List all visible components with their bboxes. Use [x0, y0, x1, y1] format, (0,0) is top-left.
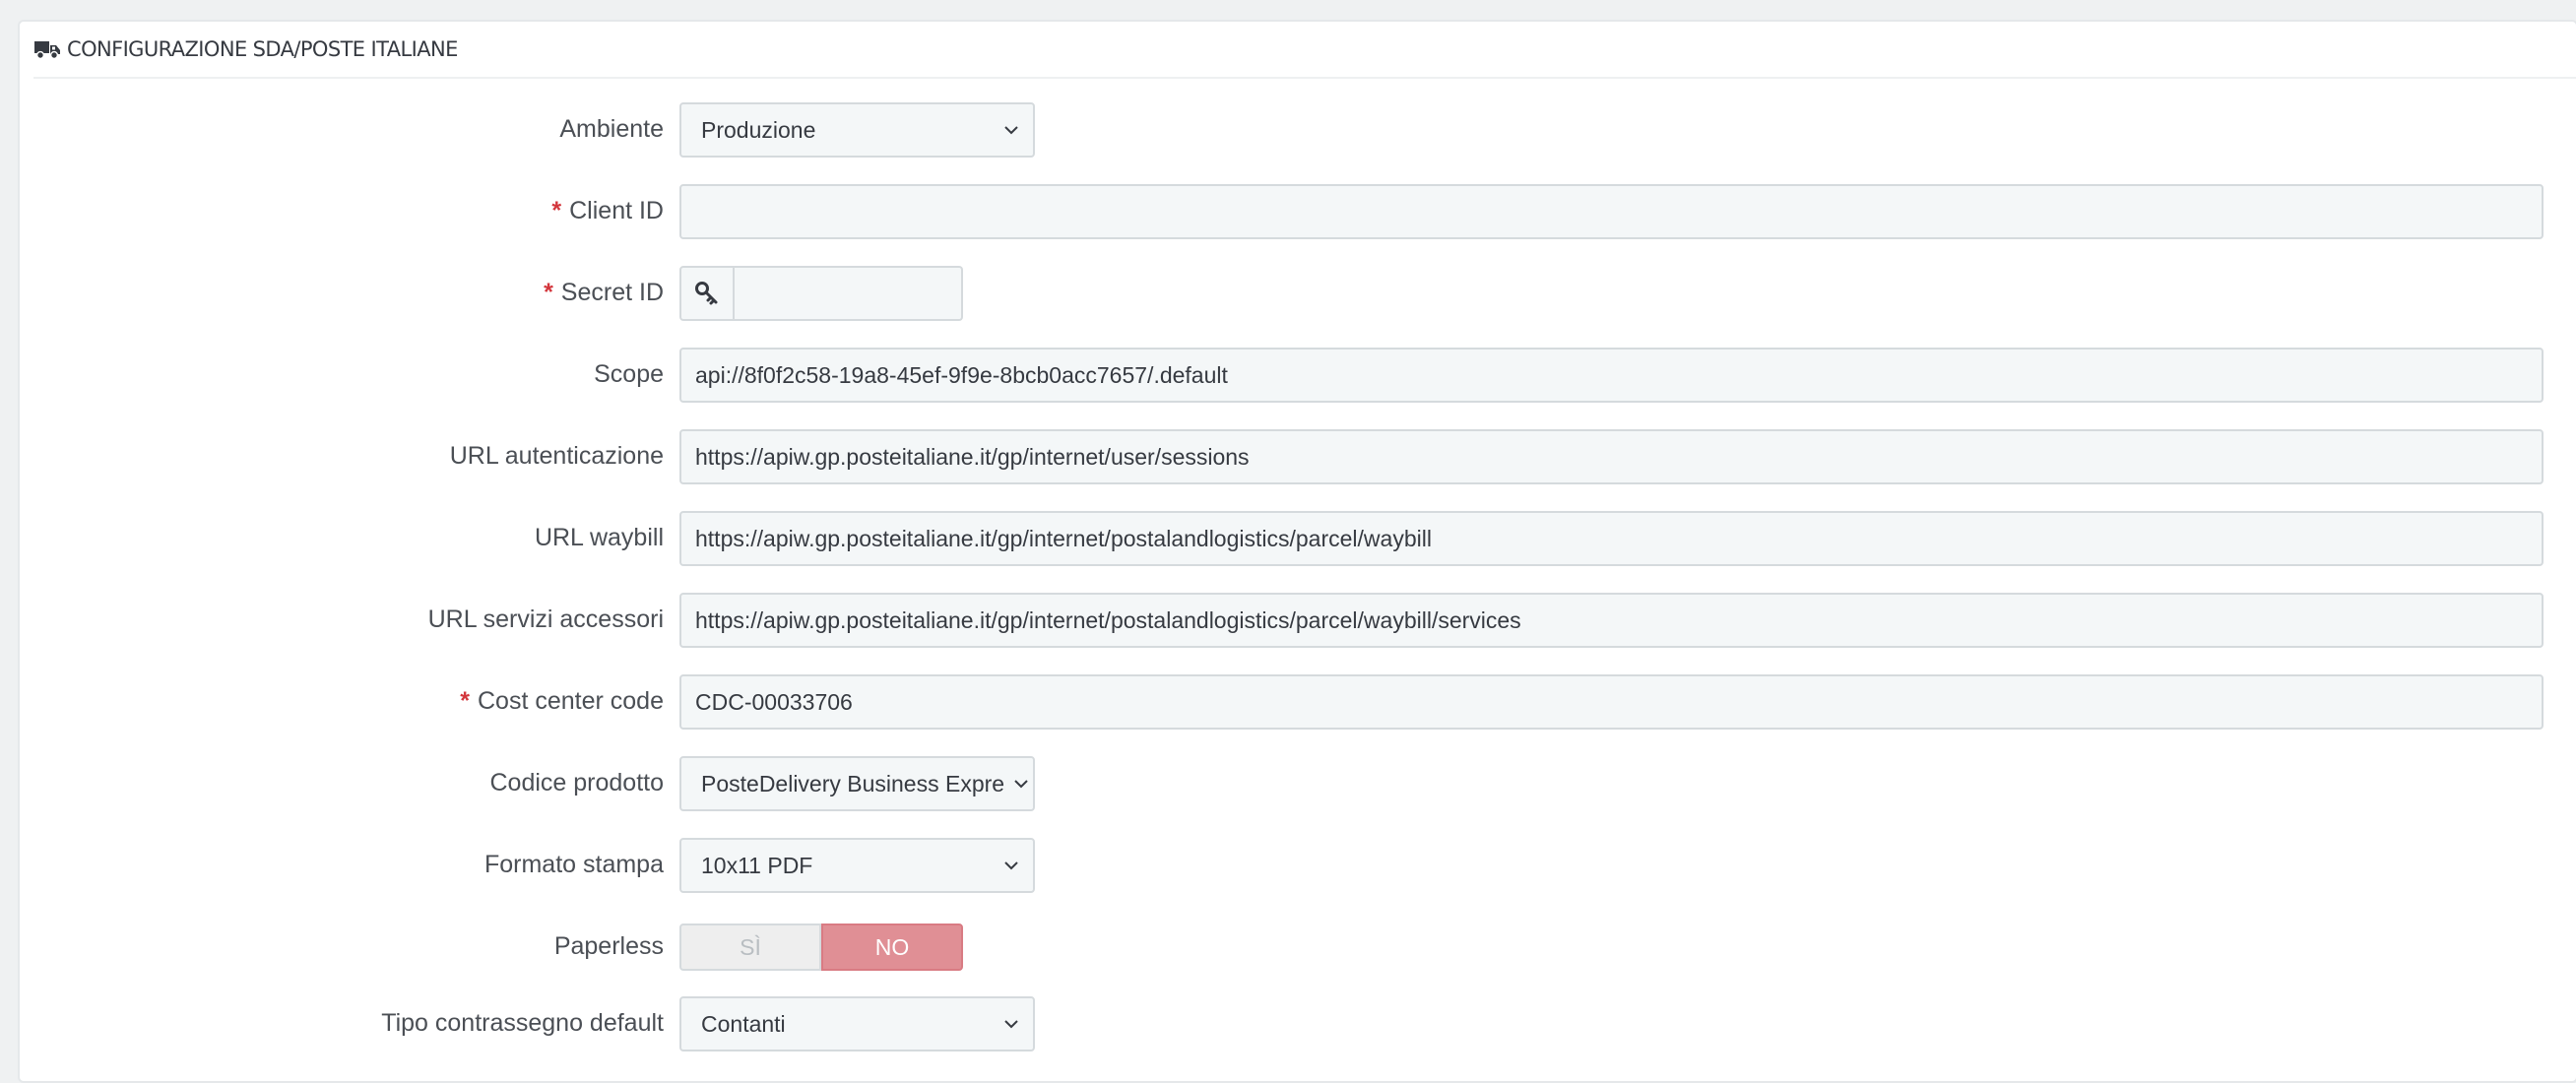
- paperless-label: Paperless: [553, 932, 664, 960]
- paperless-toggle[interactable]: SÌ NO: [679, 924, 963, 971]
- client-id-label: * Client ID: [551, 197, 664, 224]
- codice-prodotto-label: Codice prodotto: [489, 769, 664, 796]
- chevron-down-icon: [1004, 126, 1018, 135]
- url-waybill-label: URL waybill: [534, 524, 664, 551]
- formato-stampa-select[interactable]: 10x11 PDF: [679, 838, 1035, 893]
- ambiente-value: Produzione: [701, 116, 816, 143]
- codice-prodotto-select[interactable]: PosteDelivery Business Express: [679, 756, 1035, 811]
- panel-title: CONFIGURAZIONE SDA/POSTE ITALIANE: [67, 37, 458, 61]
- tipo-contrassegno-label: Tipo contrassegno default: [381, 1009, 664, 1037]
- formato-stampa-value: 10x11 PDF: [701, 852, 813, 878]
- key-icon: [679, 266, 735, 321]
- client-id-input[interactable]: [679, 184, 2544, 239]
- config-panel: CONFIGURAZIONE SDA/POSTE ITALIANE Ambien…: [18, 20, 2576, 1083]
- url-services-label: URL servizi accessori: [427, 605, 664, 633]
- paperless-no-option[interactable]: NO: [821, 924, 963, 971]
- ambiente-select[interactable]: Produzione: [679, 102, 1035, 158]
- codice-prodotto-value: PosteDelivery Business Express: [701, 770, 1005, 796]
- tipo-contrassegno-select[interactable]: Contanti: [679, 996, 1035, 1051]
- scope-label: Scope: [594, 360, 664, 388]
- required-marker: *: [551, 197, 562, 224]
- chevron-down-icon: [1014, 780, 1028, 789]
- cost-center-label: * Cost center code: [460, 687, 664, 715]
- secret-id-input[interactable]: [735, 266, 963, 321]
- url-waybill-input[interactable]: https://apiw.gp.posteitaliane.it/gp/inte…: [679, 511, 2544, 566]
- cost-center-input[interactable]: CDC-00033706: [679, 674, 2544, 730]
- truck-icon: [34, 41, 60, 60]
- panel-heading: CONFIGURAZIONE SDA/POSTE ITALIANE: [33, 22, 2576, 79]
- chevron-down-icon: [1004, 1020, 1018, 1029]
- tipo-contrassegno-value: Contanti: [701, 1010, 786, 1037]
- url-services-input[interactable]: https://apiw.gp.posteitaliane.it/gp/inte…: [679, 593, 2544, 648]
- secret-id-label: * Secret ID: [544, 279, 664, 306]
- url-auth-input[interactable]: https://apiw.gp.posteitaliane.it/gp/inte…: [679, 429, 2544, 484]
- ambiente-label: Ambiente: [559, 115, 664, 143]
- required-marker: *: [460, 687, 470, 715]
- formato-stampa-label: Formato stampa: [483, 851, 664, 878]
- url-auth-label: URL autenticazione: [449, 442, 664, 470]
- paperless-yes-option[interactable]: SÌ: [679, 924, 821, 971]
- required-marker: *: [544, 279, 553, 306]
- scope-input[interactable]: api://8f0f2c58-19a8-45ef-9f9e-8bcb0acc76…: [679, 348, 2544, 403]
- secret-id-group: [679, 266, 963, 321]
- chevron-down-icon: [1004, 861, 1018, 870]
